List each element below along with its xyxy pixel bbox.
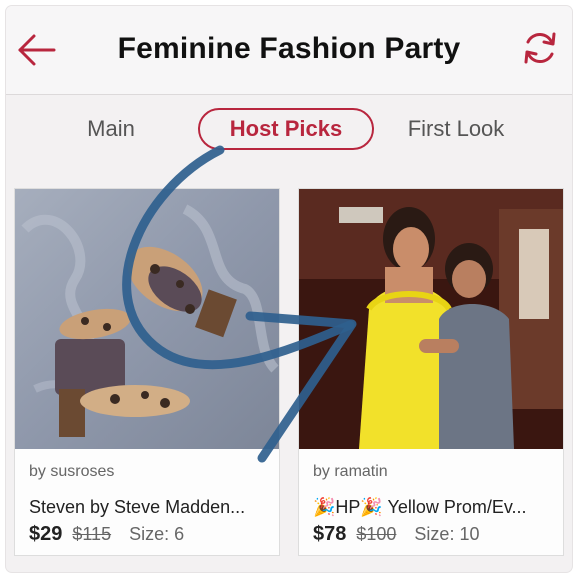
tab-bar: Main Host Picks First Look (6, 102, 572, 162)
price-row: $29 $115 Size: 6 (29, 523, 184, 546)
listing-card[interactable]: by susroses Steven by Steve Madden... $2… (14, 188, 280, 556)
listing-price: $78 (313, 523, 347, 545)
tab-main[interactable]: Main (56, 108, 166, 150)
seller-name[interactable]: by ramatin (313, 463, 388, 481)
prom-dress-photo (299, 189, 563, 449)
refresh-button[interactable] (518, 28, 562, 68)
refresh-icon (524, 32, 556, 64)
shoes-photo (15, 189, 279, 449)
seller-name[interactable]: by susroses (29, 463, 114, 481)
listing-card[interactable]: by ramatin 🎉HP🎉 Yellow Prom/Ev... $78 $10… (298, 188, 564, 556)
listing-title[interactable]: Steven by Steve Madden... (29, 497, 271, 518)
tab-first-look[interactable]: First Look (396, 108, 516, 150)
listing-photo[interactable] (15, 189, 279, 449)
listing-size: Size: 10 (414, 524, 480, 544)
arrow-left-icon (18, 34, 56, 66)
original-price: $115 (72, 524, 112, 544)
original-price: $100 (356, 524, 397, 544)
listing-photo[interactable] (299, 189, 563, 449)
tab-host-picks[interactable]: Host Picks (198, 108, 374, 150)
price-row: $78 $100 Size: 10 (313, 523, 479, 546)
page-title: Feminine Fashion Party (117, 32, 461, 65)
listing-title[interactable]: 🎉HP🎉 Yellow Prom/Ev... (313, 497, 555, 518)
app-screen: Feminine Fashion Party Main Host Picks F… (6, 6, 572, 572)
back-button[interactable] (14, 32, 58, 68)
listing-price: $29 (29, 523, 63, 545)
listing-size: Size: 6 (129, 524, 185, 544)
header-bar: Feminine Fashion Party (6, 6, 572, 95)
